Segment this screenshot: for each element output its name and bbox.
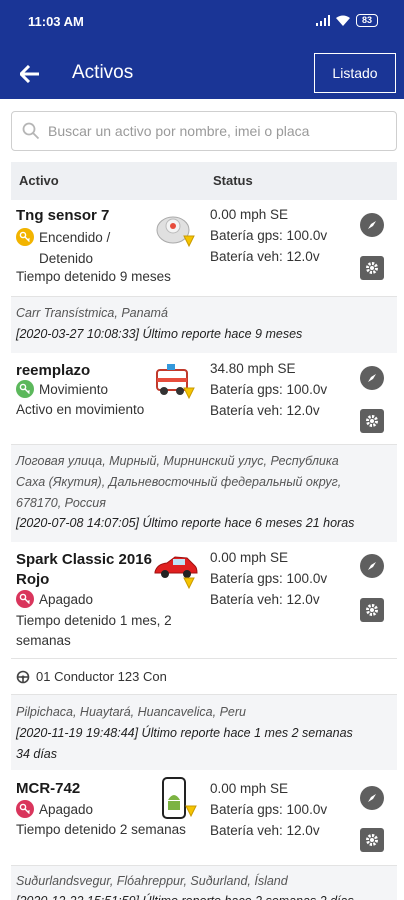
last-report: [2020-11-19 19:48:44] Último reporte hac… <box>16 726 353 740</box>
asset-report: Pilpichaca, Huaytará, Huancavelica, Peru… <box>11 695 397 770</box>
compass-icon <box>368 374 376 382</box>
key-icon <box>16 228 34 246</box>
asset-state: Apagado <box>16 589 93 610</box>
speed: 0.00 mph SE <box>210 550 289 565</box>
state-label: Encendido / <box>39 230 111 245</box>
asset-report: Логовая улица, Мирный, Мирнинский улус, … <box>11 445 397 542</box>
last-report: [2020-12-22 15:51:59] Último reporte hac… <box>16 891 396 900</box>
asset-name: reemplazo <box>16 362 91 379</box>
locate-button[interactable] <box>360 786 384 810</box>
status-time: 11:03 AM <box>28 14 84 29</box>
android-phone-icon <box>153 776 199 822</box>
last-report-cont: 34 días <box>16 747 58 761</box>
arrow-left-icon <box>20 65 39 83</box>
signal-icon <box>315 15 330 26</box>
asset-state: Movimiento <box>16 379 108 400</box>
listado-button[interactable]: Listado <box>314 53 396 93</box>
compass-icon <box>368 794 376 802</box>
ambulance-icon <box>153 358 199 404</box>
state-label: Apagado <box>39 592 94 607</box>
battery-vehicle: Batería veh: 12.0v <box>210 592 320 607</box>
asset-address-cont: 678170, Россия <box>16 496 106 510</box>
key-icon <box>16 380 34 398</box>
settings-button[interactable] <box>360 598 384 622</box>
gear-icon <box>366 834 378 846</box>
asset-report: Carr Transístmica, Panamá [2020-03-27 10… <box>11 297 397 353</box>
search-box[interactable] <box>11 111 397 151</box>
column-header-asset: Activo <box>19 173 59 188</box>
asset-address: Suðurlandsvegur, Flóahreppur, Suðurland,… <box>16 874 288 888</box>
asset-state: Apagado <box>16 799 93 820</box>
asset-row[interactable]: reemplazo Movimiento Activo en movimient… <box>11 353 397 445</box>
red-car-icon <box>153 546 199 592</box>
steering-wheel-icon <box>16 670 30 683</box>
asset-address-cont: Саха (Якутия), Дальневосточный федеральн… <box>16 475 342 489</box>
asset-row[interactable]: Tng sensor 7 Encendido / Detenido Tiempo … <box>11 200 397 297</box>
asset-row[interactable]: MCR-742 Apagado Tiempo detenido 2 semana… <box>11 770 397 866</box>
speed: 0.00 mph SE <box>210 207 289 222</box>
search-icon <box>22 122 40 140</box>
asset-detail: Activo en movimiento <box>16 402 145 417</box>
status-icons: 83 <box>315 14 378 27</box>
compass-icon <box>368 562 376 570</box>
driver-row: 01 Conductor 123 Con <box>11 659 397 695</box>
state-label: Movimiento <box>39 382 109 397</box>
locate-button[interactable] <box>360 366 384 390</box>
gear-icon <box>366 262 378 274</box>
last-report: [2020-07-08 14:07:05] Último reporte hac… <box>16 516 355 530</box>
driver-info: 01 Conductor 123 Con <box>16 669 167 684</box>
back-button[interactable] <box>16 60 44 88</box>
battery-gps: Batería gps: 100.0v <box>210 571 328 586</box>
battery-vehicle: Batería veh: 12.0v <box>210 823 320 838</box>
settings-button[interactable] <box>360 409 384 433</box>
last-report: [2020-03-27 10:08:33] Último reporte hac… <box>16 327 303 341</box>
compass-icon <box>368 221 376 229</box>
gear-icon <box>366 415 378 427</box>
asset-address: Carr Transístmica, Panamá <box>16 306 168 320</box>
settings-button[interactable] <box>360 828 384 852</box>
driver-name: 01 Conductor 123 Con <box>36 669 167 684</box>
search-input[interactable] <box>48 123 378 139</box>
asset-name-cont: Rojo <box>16 571 50 588</box>
battery-vehicle: Batería veh: 12.0v <box>210 403 320 418</box>
wifi-icon <box>335 15 350 26</box>
sensor-icon <box>153 206 199 252</box>
asset-detail: Tiempo detenido 1 mes, 2 <box>16 613 172 628</box>
asset-address: Логовая улица, Мирный, Мирнинский улус, … <box>16 454 339 468</box>
status-bar: 11:03 AM 83 <box>0 0 404 44</box>
state-label-cont: Detenido <box>39 251 94 266</box>
state-label: Apagado <box>39 802 94 817</box>
asset-name: Spark Classic 2016 <box>16 551 152 568</box>
asset-name: Tng sensor 7 <box>16 207 110 224</box>
key-icon <box>16 800 34 818</box>
asset-detail: Tiempo detenido 9 meses <box>16 269 171 284</box>
battery-icon: 83 <box>355 14 378 27</box>
asset-report: Suðurlandsvegur, Flóahreppur, Suðurland,… <box>11 866 397 900</box>
column-header-status: Status <box>213 173 253 188</box>
locate-button[interactable] <box>360 213 384 237</box>
asset-detail-cont: semanas <box>16 633 71 648</box>
speed: 0.00 mph SE <box>210 781 289 796</box>
asset-state: Encendido / Detenido <box>16 227 110 269</box>
key-icon <box>16 590 34 608</box>
app-bar: 11:03 AM 83 Activos Listado <box>0 0 404 99</box>
settings-button[interactable] <box>360 256 384 280</box>
asset-row[interactable]: Spark Classic 2016 Rojo Apagado Tiempo d… <box>11 542 397 658</box>
asset-address: Pilpichaca, Huaytará, Huancavelica, Peru <box>16 705 246 719</box>
battery-gps: Batería gps: 100.0v <box>210 802 328 817</box>
battery-vehicle: Batería veh: 12.0v <box>210 249 320 264</box>
battery-gps: Batería gps: 100.0v <box>210 382 328 397</box>
gear-icon <box>366 604 378 616</box>
asset-name: MCR-742 <box>16 780 81 797</box>
locate-button[interactable] <box>360 554 384 578</box>
asset-detail: Tiempo detenido 2 semanas <box>16 822 186 837</box>
page-title: Activos <box>72 62 134 83</box>
speed: 34.80 mph SE <box>210 361 296 376</box>
battery-gps: Batería gps: 100.0v <box>210 228 328 243</box>
table-header: Activo Status <box>11 162 397 200</box>
